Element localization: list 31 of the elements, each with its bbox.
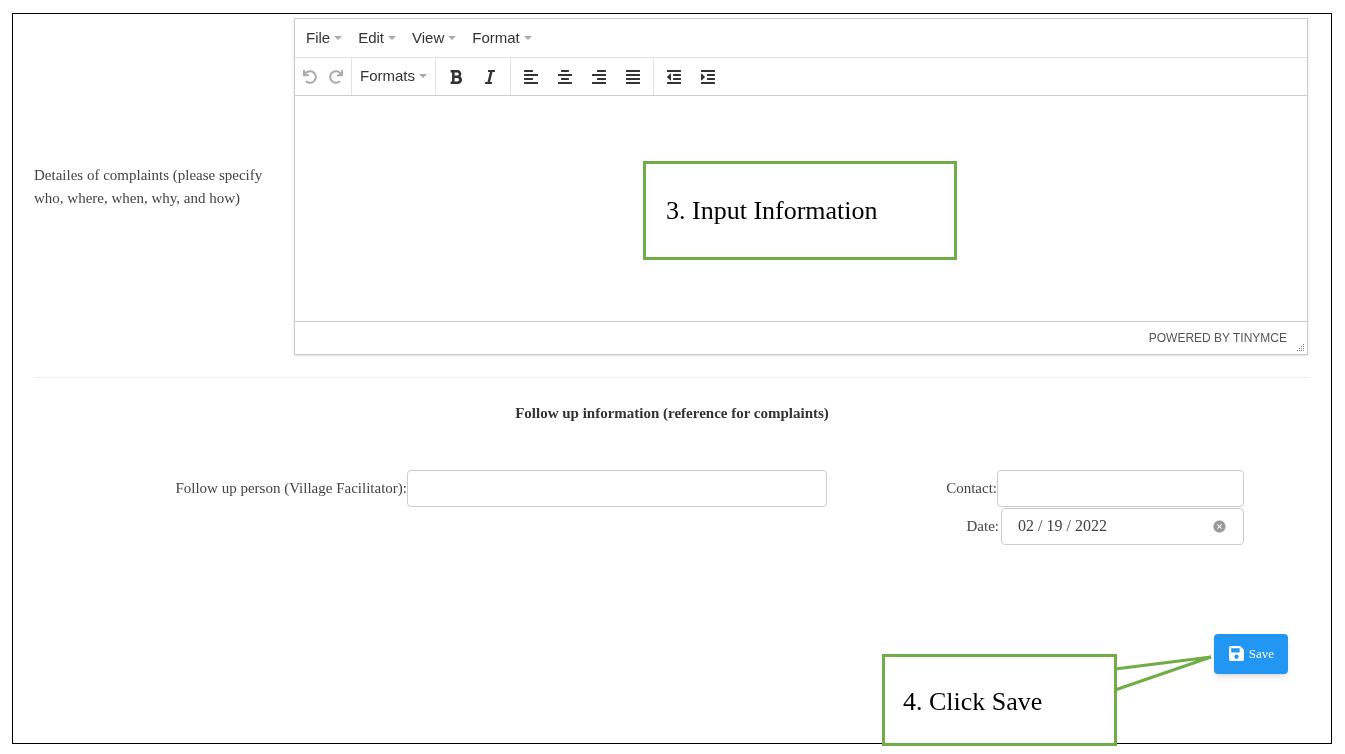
field-label: Detailes of complaints (please specify who, where, when, why, and how) xyxy=(34,165,264,208)
italic-icon[interactable] xyxy=(482,68,498,85)
input-field[interactable] xyxy=(407,469,827,507)
menu-item[interactable]: Format xyxy=(464,26,540,50)
menu-item[interactable]: View xyxy=(404,26,465,50)
input-field[interactable] xyxy=(997,469,1244,507)
callout-box: 3. Input Information xyxy=(643,161,957,260)
indent-icon[interactable] xyxy=(700,68,716,85)
clear-icon[interactable] xyxy=(1212,518,1227,534)
outdent-icon[interactable] xyxy=(666,68,682,85)
formats-dropdown[interactable]: Formats xyxy=(360,65,427,88)
resize-handle-icon[interactable] xyxy=(1295,342,1305,352)
caret-icon xyxy=(334,35,343,41)
field-label: Date: xyxy=(966,516,999,536)
justify-icon[interactable] xyxy=(625,68,641,85)
powered-by-text: POWERED BY TINYMCE xyxy=(1148,330,1287,347)
date-field[interactable]: 02 / 19 / 2022 xyxy=(1001,507,1244,545)
caret-icon xyxy=(419,74,427,79)
field-label: Follow up person (Village Facilitator): xyxy=(175,478,407,498)
align-right-icon[interactable] xyxy=(591,68,607,85)
align-left-icon[interactable] xyxy=(523,68,539,85)
menu-item[interactable]: Edit xyxy=(350,26,405,50)
menu-item[interactable]: File xyxy=(298,26,351,50)
bold-icon[interactable] xyxy=(448,68,464,85)
caret-icon xyxy=(523,35,532,41)
caret-icon xyxy=(448,35,457,41)
caret-icon xyxy=(388,35,397,41)
field-label: Contact: xyxy=(946,478,997,498)
section-heading: Follow up information (reference for complaints) xyxy=(515,404,829,423)
align-center-icon[interactable] xyxy=(557,68,573,85)
callout-box: 4. Click Save xyxy=(882,654,1117,746)
